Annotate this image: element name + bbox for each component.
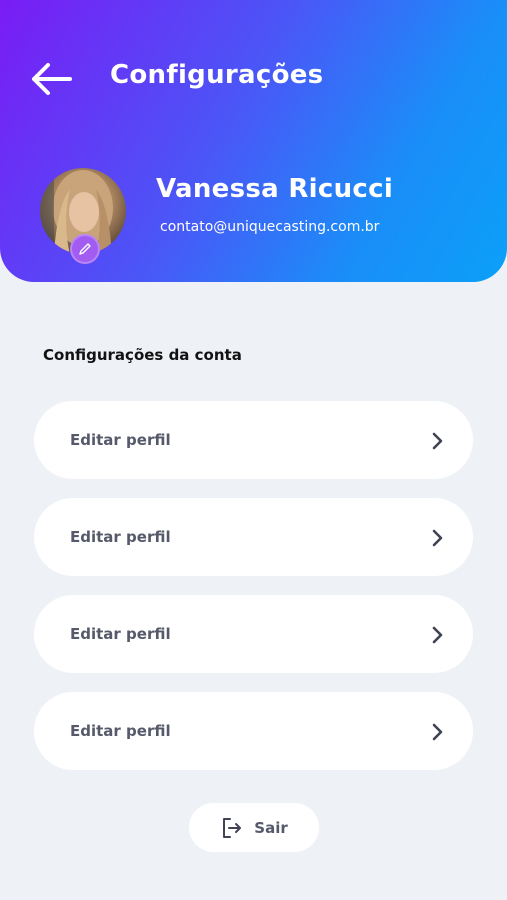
edit-profile-item[interactable]: Editar perfil [34,498,473,576]
back-button[interactable] [26,56,76,102]
user-email: contato@uniquecasting.com.br [160,219,380,235]
logout-button[interactable]: Sair [189,803,319,852]
menu-item-label: Editar perfil [70,625,171,643]
edit-profile-item[interactable]: Editar perfil [34,595,473,673]
chevron-right-icon [432,626,443,644]
page-title: Configurações [110,60,324,90]
chevron-right-icon [432,529,443,547]
chevron-right-icon [432,432,443,450]
logout-icon [223,817,242,838]
menu-item-label: Editar perfil [70,528,171,546]
edit-profile-item[interactable]: Editar perfil [34,692,473,770]
arrow-left-icon [32,63,72,95]
profile-header: Configurações Vanessa Ricucci contato@un… [0,0,507,282]
logout-label: Sair [254,818,288,837]
user-name: Vanessa Ricucci [156,174,394,204]
edit-profile-item[interactable]: Editar perfil [34,401,473,479]
avatar-container [40,168,130,264]
menu-item-label: Editar perfil [70,431,171,449]
menu-item-label: Editar perfil [70,722,171,740]
pencil-icon [79,243,91,255]
section-title: Configurações da conta [43,346,242,364]
edit-avatar-button[interactable] [70,234,100,264]
chevron-right-icon [432,723,443,741]
